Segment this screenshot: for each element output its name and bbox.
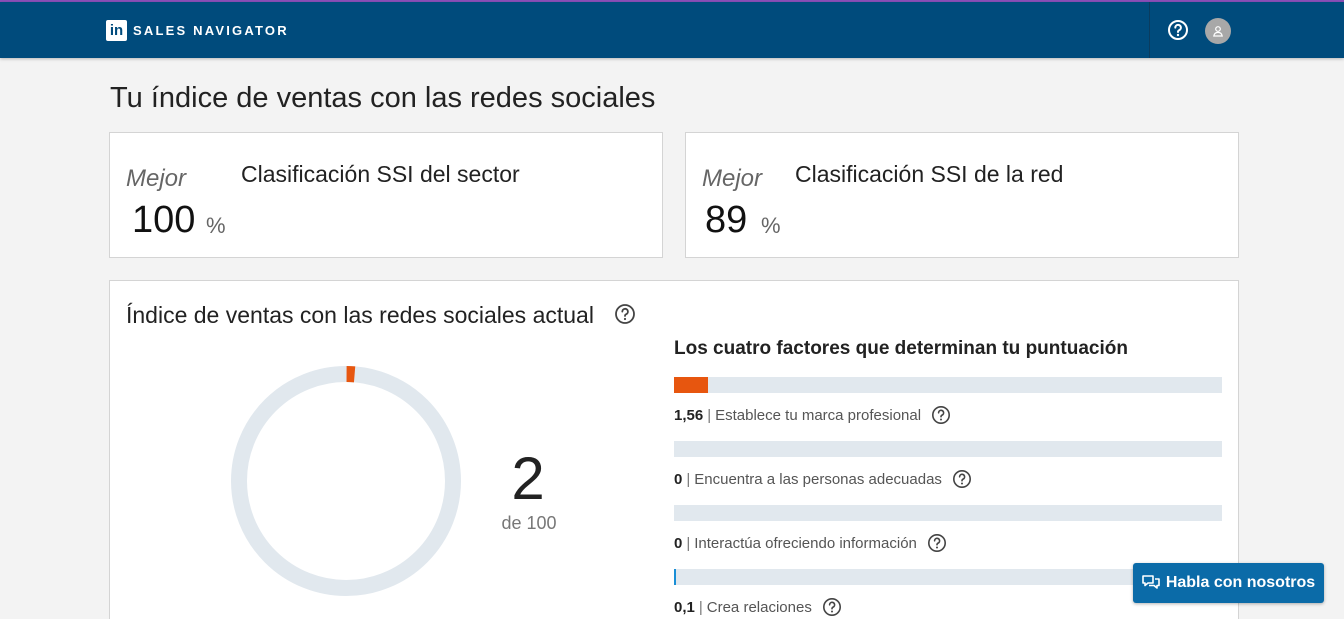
rank-label: Mejor	[702, 165, 763, 192]
current-ssi-card: Índice de ventas con las redes sociales …	[109, 280, 1239, 619]
help-icon[interactable]	[952, 469, 972, 489]
factor-value: 1,56	[674, 406, 704, 424]
donut-track	[231, 366, 461, 596]
brand-logo[interactable]: in SALES NAVIGATOR	[106, 20, 289, 41]
help-icon[interactable]	[931, 405, 951, 425]
rank-value: 89	[705, 199, 748, 241]
factor-separator: |	[698, 598, 703, 616]
page-title: Tu índice de ventas con las redes social…	[110, 82, 656, 114]
rank-title: Clasificación SSI de la red	[795, 161, 1064, 187]
factor-find-people: 0 | Encuentra a las personas adecuadas	[674, 441, 1222, 489]
linkedin-logo-icon: in	[106, 20, 127, 41]
factor-separator: |	[686, 470, 691, 488]
factor-label: Crea relaciones	[706, 598, 812, 616]
factor-label: Interactúa ofreciendo información	[694, 534, 917, 552]
factor-label: Encuentra a las personas adecuadas	[694, 470, 942, 488]
industry-rank-card: Mejor 100 % Clasificación SSI del sector	[109, 132, 663, 258]
rank-unit: %	[761, 213, 781, 238]
top-navbar: in SALES NAVIGATOR	[0, 2, 1344, 58]
factors-title: Los cuatro factores que determinan tu pu…	[674, 338, 1128, 359]
rank-value: 100	[132, 199, 196, 241]
navbar-divider	[1149, 2, 1150, 58]
score-donut-chart	[231, 366, 461, 596]
help-icon[interactable]	[1167, 19, 1189, 41]
factor-bar-fill	[674, 377, 709, 393]
brand-name: SALES NAVIGATOR	[133, 23, 289, 38]
factor-value: 0,1	[674, 598, 695, 616]
user-avatar-icon[interactable]	[1205, 18, 1231, 44]
current-ssi-title: Índice de ventas con las redes sociales …	[126, 302, 594, 328]
factor-bar-track	[674, 377, 1222, 393]
help-icon[interactable]	[822, 597, 842, 617]
factor-value: 0	[674, 470, 683, 488]
factor-separator: |	[707, 406, 712, 424]
score-value: 2	[511, 445, 545, 512]
rank-title: Clasificación SSI del sector	[241, 161, 520, 187]
score-max: de 100	[501, 513, 557, 533]
chat-button-label: Habla con nosotros	[1165, 574, 1316, 591]
factor-bar-track	[674, 441, 1222, 457]
factor-separator: |	[686, 534, 691, 552]
factor-brand: 1,56 | Establece tu marca profesional	[674, 377, 1222, 425]
chat-button[interactable]: Habla con nosotros	[1133, 563, 1324, 603]
network-rank-card: Mejor 89 % Clasificación SSI de la red	[685, 132, 1239, 258]
factor-bar-track	[674, 505, 1222, 521]
factor-label: Establece tu marca profesional	[715, 406, 922, 424]
help-icon[interactable]	[614, 303, 636, 325]
rank-unit: %	[206, 213, 226, 238]
rank-label: Mejor	[126, 165, 187, 192]
factor-value: 0	[674, 534, 683, 552]
help-icon[interactable]	[927, 533, 947, 553]
factor-engage-insights: 0 | Interactúa ofreciendo información	[674, 505, 1222, 553]
factor-bar-fill	[674, 569, 677, 585]
chat-bubbles-icon	[1142, 575, 1160, 589]
